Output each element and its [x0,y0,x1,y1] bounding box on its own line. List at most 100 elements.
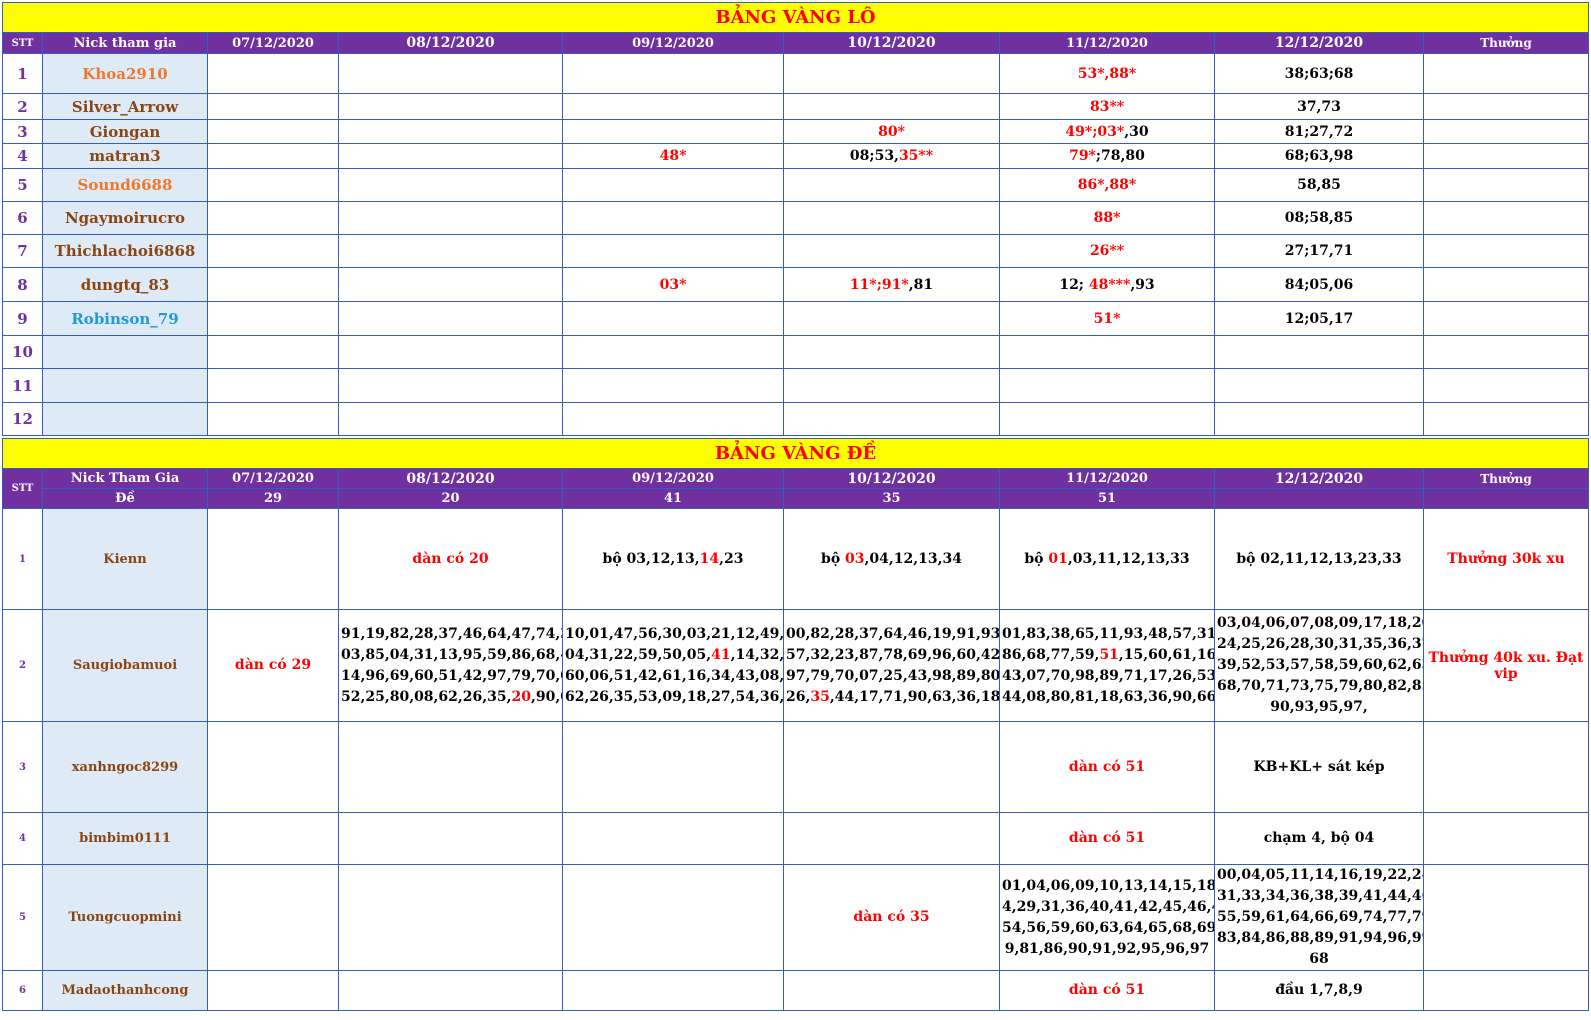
highlight-number: 03 [845,550,865,567]
row-cell-date-6: 03,04,06,07,08,09,17,18,20, 24,25,26,28,… [1214,609,1424,722]
row-reward [1423,93,1589,120]
row-nick: Tuongcuopmini [42,864,208,971]
row-cell-date-4 [783,301,1000,336]
cell-text: ,90,09, [530,688,562,705]
row-reward: Thưởng 40k xu. Đạt vip [1423,609,1589,722]
row-cell-date-5: 86*,88* [999,168,1215,202]
row-cell-date-3 [562,93,784,120]
cell-text: 00,04,05,11,14,16,19,22,24,29, 31,33,34,… [1217,867,1424,967]
row-cell-date-3 [562,402,784,436]
row-cell-date-6: 81;27,72 [1214,119,1424,144]
highlight-number: 14 [699,550,720,567]
cell-text: 08;58,85 [1284,210,1354,226]
row-cell-date-5: 51* [999,301,1215,336]
row-stt: 6 [2,970,43,1011]
cell-text: ,30 [1124,123,1149,140]
cell-text: ,03,11,12,13,33 [1067,550,1190,567]
lo-title: BẢNG VÀNG LÔ [2,2,1589,33]
row-cell-date-1 [207,119,339,144]
de-result-1: 29 [207,488,339,509]
row-cell-date-2 [338,402,563,436]
cell-text: 12;05,17 [1284,310,1354,327]
row-stt: 5 [2,864,43,971]
row-cell-date-2 [338,970,563,1011]
highlight-number: 51* [1093,310,1121,327]
row-reward [1423,201,1589,235]
row-cell-date-5: 79*;78,80 [999,143,1215,169]
de-table: BẢNG VÀNG ĐỀ STT Nick Tham Gia 07/12/202… [2,438,1589,1011]
row-cell-date-1 [207,970,339,1011]
header-stt: STT [2,468,43,509]
cell-text: ,44,17,71,90,63,36,18,81, [829,688,1000,705]
row-cell-date-2 [338,143,563,169]
row-stt: 8 [2,267,43,302]
row-cell-date-1 [207,721,339,813]
row-cell-date-5: 12; 48***,93 [999,267,1215,302]
row-cell-date-2 [338,119,563,144]
row-cell-date-5: 53*,88* [999,53,1215,94]
table-row: 9 Robinson_79 51* 12;05,17 [2,301,1589,336]
table-row: 4 matran3 48* 08;53,35** 79*;78,80 68;63,98 [2,143,1589,169]
row-cell-date-3: 48* [562,143,784,169]
row-stt: 3 [2,721,43,813]
table-row: 3 Giongan 80* 49*;03*,30 81;27,72 [2,119,1589,144]
highlight-number: 20 [511,688,531,705]
de-result-3: 41 [562,488,784,509]
highlight-number: dàn có 51 [1068,982,1146,998]
row-cell-date-2 [338,53,563,94]
row-cell-date-6 [1214,402,1424,436]
row-cell-date-1 [207,864,339,971]
row-cell-date-5: dàn có 51 [999,970,1215,1011]
row-nick: Giongan [42,119,208,144]
row-cell-date-6: KB+KL+ sát kép [1214,721,1424,813]
table-row: 7 Thichlachoi6868 26** 27;17,71 [2,234,1589,268]
row-cell-date-2 [338,93,563,120]
row-reward [1423,812,1589,865]
cell-text: 01,04,06,09,10,13,14,15,18,19,2 4,29,31,… [1002,877,1215,915]
row-cell-date-1 [207,335,339,369]
table-row: 5 Sound6688 86*,88* 58,85 [2,168,1589,202]
row-cell-date-3: bộ 03,12,13,14,23 [562,508,784,610]
row-cell-date-4: 00,82,28,37,64,46,19,91,93,48, 57,32,23,… [783,609,1000,722]
row-cell-date-2 [338,168,563,202]
row-reward [1423,368,1589,403]
row-reward [1423,970,1589,1011]
row-reward [1423,335,1589,369]
row-cell-date-2 [338,201,563,235]
row-stt: 2 [2,93,43,120]
highlight-number: dàn có 51 [1068,758,1146,775]
highlight-number: 35** [898,148,934,164]
header-date-3: 09/12/2020 [562,32,784,54]
row-cell-date-6: 00,04,05,11,14,16,19,22,24,29, 31,33,34,… [1214,864,1424,971]
row-cell-date-5: 01,83,38,65,11,93,48,57,31,13, 86,68,77,… [999,609,1215,722]
header-date-2: 08/12/2020 [338,468,563,489]
row-cell-date-6: 08;58,85 [1214,201,1424,235]
row-cell-date-1 [207,812,339,865]
row-cell-date-1 [207,402,339,436]
table-row: 3 xanhngoc8299 dàn có 51 KB+KL+ sát kép [2,721,1589,813]
row-cell-date-1 [207,53,339,94]
row-cell-date-4 [783,721,1000,813]
row-reward [1423,864,1589,971]
row-reward [1423,143,1589,169]
row-nick: Madaothanhcong [42,970,208,1011]
highlight-number: 49*;03* [1065,123,1125,140]
row-nick: Robinson_79 [42,301,208,336]
highlight-number: 53*,88* [1077,65,1137,82]
row-nick [42,402,208,436]
row-stt: 2 [2,609,43,722]
row-stt: 7 [2,234,43,268]
row-reward [1423,119,1589,144]
row-cell-date-3 [562,812,784,865]
cell-text: bộ 02,11,12,13,23,33 [1236,550,1402,567]
row-cell-date-1 [207,143,339,169]
de-result-6 [1214,488,1424,509]
row-cell-date-3 [562,53,784,94]
table-row: 6 Ngaymoirucro 88* 08;58,85 [2,201,1589,235]
highlight-number: dàn có 51 [1068,830,1146,846]
header-date-3: 09/12/2020 [562,468,784,489]
cell-text: 03,04,06,07,08,09,17,18,20, 24,25,26,28,… [1217,615,1424,715]
highlight-number: 88* [1093,210,1121,226]
row-cell-date-6: đầu 1,7,8,9 [1214,970,1424,1011]
row-reward [1423,234,1589,268]
